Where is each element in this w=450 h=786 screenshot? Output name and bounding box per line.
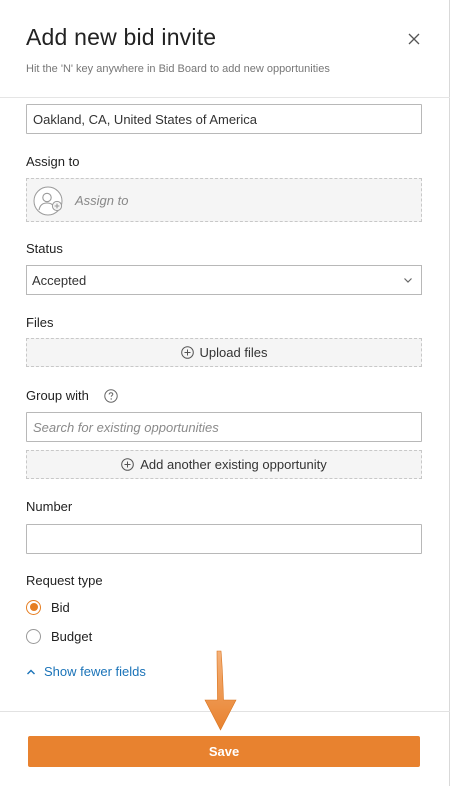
group-with-label: Group with: [26, 388, 89, 403]
status-selected-value: Accepted: [32, 273, 87, 288]
add-existing-opportunity-label: Add another existing opportunity: [140, 457, 327, 472]
chevron-down-icon: [404, 278, 412, 283]
assign-to-placeholder: Assign to: [75, 193, 129, 208]
request-type-label: Request type: [26, 573, 103, 588]
status-label: Status: [26, 241, 63, 256]
radio-budget-label: Budget: [51, 628, 93, 644]
add-existing-opportunity-button[interactable]: Add another existing opportunity: [26, 450, 422, 479]
number-label: Number: [26, 499, 73, 514]
chevron-up-icon: [27, 669, 35, 674]
files-label: Files: [26, 315, 54, 330]
plus-circle-icon: [180, 346, 194, 359]
status-select[interactable]: Accepted: [26, 265, 422, 295]
panel-subtitle: Hit the 'N' key anywhere in Bid Board to…: [26, 63, 330, 75]
close-icon: [408, 33, 420, 45]
radio-bid-label: Bid: [51, 599, 70, 615]
request-type-option-bid[interactable]: Bid: [26, 598, 70, 616]
arrow-down-annotation: [204, 650, 237, 731]
show-fewer-fields-link[interactable]: Show fewer fields: [26, 664, 146, 679]
upload-files-button[interactable]: Upload files: [26, 338, 422, 367]
location-input[interactable]: [26, 104, 422, 134]
radio-budget[interactable]: [26, 628, 41, 644]
request-type-option-budget[interactable]: Budget: [26, 627, 92, 645]
upload-files-label: Upload files: [199, 345, 268, 360]
number-input[interactable]: [26, 524, 422, 554]
user-add-icon: [33, 186, 63, 216]
assign-to-field[interactable]: Assign to: [26, 178, 422, 222]
radio-bid[interactable]: [26, 599, 41, 615]
panel-title: Add new bid invite: [26, 24, 217, 50]
header-divider: [0, 97, 450, 98]
plus-circle-icon: [121, 458, 135, 471]
close-button[interactable]: [405, 30, 423, 48]
group-search-input[interactable]: [26, 412, 422, 442]
save-button[interactable]: Save: [28, 736, 420, 767]
assign-to-label: Assign to: [26, 154, 80, 169]
bid-invite-panel: Add new bid invite Hit the 'N' key anywh…: [0, 0, 450, 786]
show-fewer-fields-label: Show fewer fields: [44, 664, 146, 679]
help-icon[interactable]: [104, 389, 118, 403]
